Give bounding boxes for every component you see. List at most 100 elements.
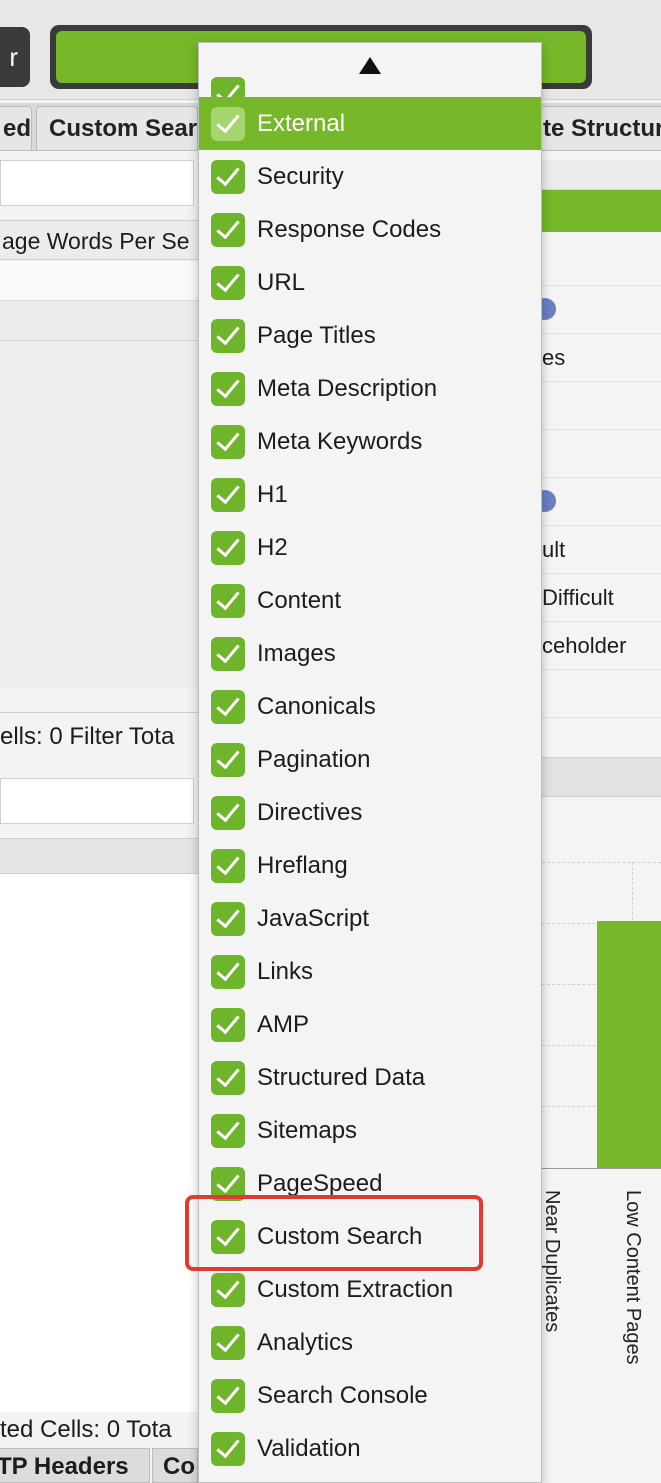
menu-item-url[interactable]: URL: [199, 256, 541, 309]
menu-item-label: Content: [257, 586, 342, 614]
chart-header: [542, 757, 661, 797]
menu-item-label: Search Console: [257, 1381, 428, 1409]
checkbox-checked-icon[interactable]: [211, 530, 245, 565]
menu-item-canonicals[interactable]: Canonicals: [199, 680, 541, 733]
menu-item-h1[interactable]: H1: [199, 468, 541, 521]
checkbox-checked-icon[interactable]: [211, 212, 245, 247]
menu-item-validation[interactable]: Validation: [199, 1422, 541, 1475]
menu-item-label: H2: [257, 533, 288, 561]
menu-item-sitemaps[interactable]: Sitemaps: [199, 1104, 541, 1157]
highlight-box: [185, 1195, 483, 1271]
table-row[interactable]: [0, 301, 198, 341]
lower-table-body: [0, 874, 198, 1412]
tab-custom-search[interactable]: Custom Sear: [36, 106, 198, 150]
checkbox-checked-icon[interactable]: [211, 795, 245, 830]
checkbox-checked-icon[interactable]: [211, 689, 245, 724]
tab-http-headers[interactable]: TP Headers: [0, 1448, 150, 1483]
table-body: [0, 341, 198, 689]
menu-item-label: Structured Data: [257, 1063, 426, 1091]
checkbox-checked-icon[interactable]: [211, 77, 245, 97]
menu-item-label: Canonicals: [257, 692, 376, 720]
tab-cookies[interactable]: Co: [152, 1448, 198, 1483]
table-row[interactable]: [0, 261, 198, 301]
status-bar-bottom: ted Cells: 0 Tota: [0, 1412, 198, 1448]
menu-item-javascript[interactable]: JavaScript: [199, 892, 541, 945]
menu-item-label: Custom Extraction: [257, 1275, 454, 1303]
menu-item-security[interactable]: Security: [199, 150, 541, 203]
checkbox-checked-icon[interactable]: [211, 901, 245, 936]
checkbox-checked-icon[interactable]: [211, 424, 245, 459]
menu-item-hreflang[interactable]: Hreflang: [199, 839, 541, 892]
right-search-row: [542, 160, 661, 190]
right-selected-row[interactable]: [542, 190, 661, 232]
checkbox-checked-icon[interactable]: [211, 159, 245, 194]
menu-item-analytics[interactable]: Analytics: [199, 1316, 541, 1369]
menu-item-content[interactable]: Content: [199, 574, 541, 627]
list-item[interactable]: [542, 478, 661, 526]
menu-item-links[interactable]: Links: [199, 945, 541, 998]
checkbox-checked-icon[interactable]: [211, 742, 245, 777]
menu-item-label: Response Codes: [257, 215, 442, 243]
menu-item-page-titles[interactable]: Page Titles: [199, 309, 541, 362]
checkbox-checked-icon[interactable]: [211, 583, 245, 618]
menu-item-meta-keywords[interactable]: Meta Keywords: [199, 415, 541, 468]
menu-item-label: Validation: [257, 1434, 361, 1462]
checkbox-checked-icon[interactable]: [211, 265, 245, 300]
list-item[interactable]: [542, 670, 661, 718]
menu-item-structured-data[interactable]: Structured Data: [199, 1051, 541, 1104]
menu-item-label: Sitemaps: [257, 1116, 358, 1144]
checkbox-checked-icon[interactable]: [211, 1007, 245, 1042]
checkbox-checked-icon[interactable]: [211, 636, 245, 671]
checkbox-checked-icon[interactable]: [211, 1113, 245, 1148]
list-item[interactable]: [542, 382, 661, 430]
checkbox-checked-icon[interactable]: [211, 1060, 245, 1095]
menu-item-label: Hreflang: [257, 851, 348, 879]
checkbox-checked-icon[interactable]: [211, 1325, 245, 1360]
grid-line: [542, 862, 661, 863]
toolbar-button[interactable]: r: [0, 27, 30, 87]
menu-item-label: External: [257, 109, 346, 137]
list-item[interactable]: [542, 430, 661, 478]
checkbox-checked-icon[interactable]: [211, 1272, 245, 1307]
filter-input[interactable]: [0, 160, 194, 206]
menu-item-external[interactable]: External: [199, 97, 541, 150]
checkbox-checked-icon[interactable]: [211, 848, 245, 883]
menu-item-label: Meta Keywords: [257, 427, 423, 455]
checkbox-checked-icon[interactable]: [211, 954, 245, 989]
menu-item-images[interactable]: Images: [199, 627, 541, 680]
menu-item-meta-description[interactable]: Meta Description: [199, 362, 541, 415]
menu-item-label: Page Titles: [257, 321, 376, 349]
checkbox-checked-icon[interactable]: [211, 1431, 245, 1466]
checkbox-checked-icon[interactable]: [211, 1378, 245, 1413]
menu-item-amp[interactable]: AMP: [199, 998, 541, 1051]
menu-item-label: Security: [257, 162, 344, 190]
menu-item-label: URL: [257, 268, 306, 296]
list-item[interactable]: Difficult: [542, 574, 661, 622]
chart-bar-low-content[interactable]: [597, 921, 661, 1168]
column-header[interactable]: age Words Per Se: [0, 220, 198, 260]
tab-site-structure[interactable]: te Structur: [530, 106, 661, 150]
list-item[interactable]: [542, 286, 661, 334]
menu-item-partial[interactable]: [199, 70, 541, 97]
menu-item-search-console[interactable]: Search Console: [199, 1369, 541, 1422]
checkbox-checked-icon[interactable]: [211, 477, 245, 512]
chart-axis: [542, 1168, 661, 1169]
tab-partial-left[interactable]: ed: [0, 106, 32, 150]
menu-item-h2[interactable]: H2: [199, 521, 541, 574]
checkbox-checked-icon[interactable]: [211, 371, 245, 406]
checkbox-checked-icon[interactable]: [211, 318, 245, 353]
list-item[interactable]: ceholder: [542, 622, 661, 670]
list-item[interactable]: es: [542, 334, 661, 382]
menu-item-directives[interactable]: Directives: [199, 786, 541, 839]
info-icon[interactable]: [542, 298, 556, 320]
menu-item-pagination[interactable]: Pagination: [199, 733, 541, 786]
list-item[interactable]: [542, 238, 661, 286]
filter-input-lower[interactable]: [0, 778, 194, 824]
menu-item-label: Images: [257, 639, 336, 667]
list-item[interactable]: ult: [542, 526, 661, 574]
checkbox-checked-icon[interactable]: [211, 106, 245, 141]
lower-table-header: [0, 838, 198, 874]
info-icon[interactable]: [542, 490, 556, 512]
menu-item-response-codes[interactable]: Response Codes: [199, 203, 541, 256]
menu-item-label: Meta Description: [257, 374, 438, 402]
